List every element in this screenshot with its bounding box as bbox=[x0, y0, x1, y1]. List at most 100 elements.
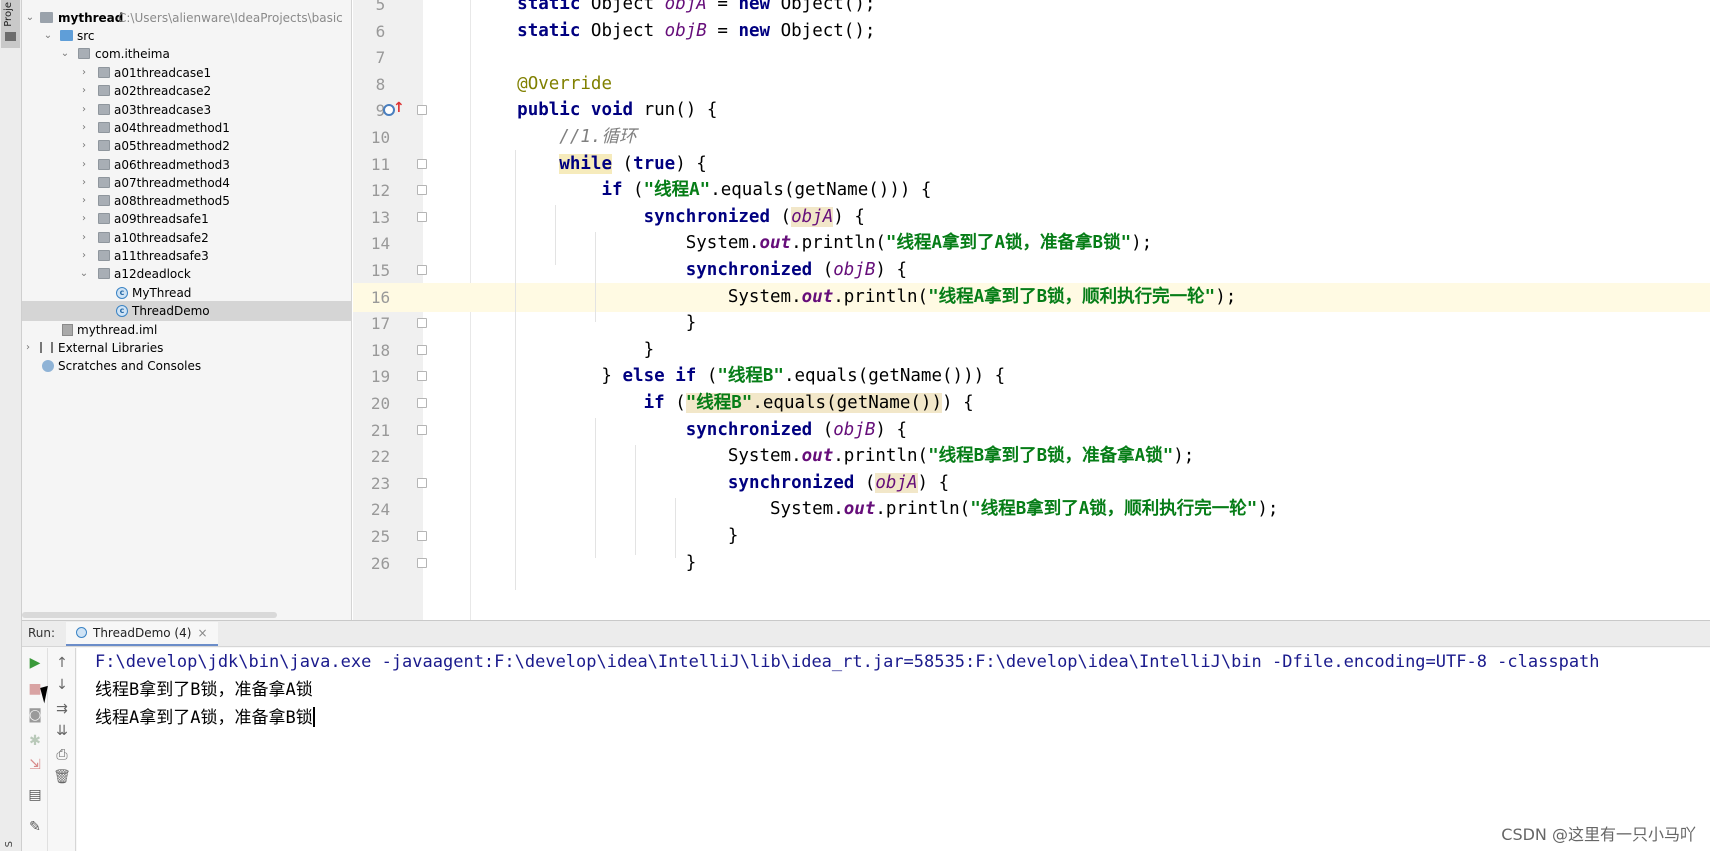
line-number: 23 bbox=[370, 473, 391, 493]
code-line[interactable]: 15 synchronized (objB) { bbox=[353, 256, 1710, 285]
tree-item-subpackage[interactable]: › a06threadmethod3 bbox=[22, 155, 351, 175]
tree-item-subpackage[interactable]: › a02threadcase2 bbox=[22, 81, 351, 101]
tree-item-src[interactable]: ⌄ src bbox=[22, 26, 351, 46]
tree-item-subpackage[interactable]: › a07threadmethod4 bbox=[22, 173, 351, 193]
code-line[interactable]: 26 } bbox=[353, 549, 1710, 578]
arrow-up-icon[interactable]: ↑ bbox=[53, 654, 71, 672]
chevron-down-icon[interactable]: ⌄ bbox=[24, 8, 36, 28]
chevron-right-icon[interactable]: › bbox=[78, 173, 90, 193]
tree-item-subpackage[interactable]: › a11threadsafe3 bbox=[22, 246, 351, 266]
tree-item-class-threaddemo[interactable]: c ThreadDemo bbox=[22, 301, 351, 321]
code-line[interactable]: 20 if ("线程B".equals(getName())) { bbox=[353, 389, 1710, 418]
chevron-right-icon[interactable]: › bbox=[78, 136, 90, 156]
indent-guide bbox=[595, 418, 596, 558]
chevron-right-icon[interactable]: › bbox=[78, 63, 90, 83]
chevron-down-icon[interactable]: ⌄ bbox=[42, 26, 54, 46]
code-line[interactable]: 21 synchronized (objB) { bbox=[353, 416, 1710, 445]
code-line[interactable]: 10 //1.循环 bbox=[353, 123, 1710, 152]
run-tab-threaddemo[interactable]: ThreadDemo (4) × bbox=[66, 622, 218, 646]
chevron-down-icon[interactable]: ⌄ bbox=[78, 264, 90, 284]
scroll-to-end-icon[interactable]: ⇊ bbox=[53, 722, 71, 740]
code-line[interactable]: 16 System.out.println("线程A拿到了B锁，顺利执行完一轮"… bbox=[353, 282, 1710, 312]
fold-toggle-icon[interactable] bbox=[417, 158, 427, 169]
tree-item-subpackage[interactable]: › a08threadmethod5 bbox=[22, 191, 351, 211]
tree-item-subpackage[interactable]: › a04threadmethod1 bbox=[22, 118, 351, 138]
fold-toggle-icon[interactable] bbox=[417, 344, 427, 355]
trash-icon[interactable]: 🗑 bbox=[53, 768, 71, 786]
tree-item-subpackage[interactable]: › a10threadsafe2 bbox=[22, 228, 351, 248]
fold-toggle-icon[interactable] bbox=[417, 318, 427, 329]
arrow-down-icon[interactable]: ↓ bbox=[53, 676, 71, 694]
code-text: synchronized (objA) { bbox=[727, 472, 950, 493]
code-line[interactable]: 22 System.out.println("线程B拿到了B锁，准备拿A锁"); bbox=[353, 442, 1710, 471]
soft-wrap-icon[interactable]: ⇉ bbox=[53, 700, 71, 718]
code-line[interactable]: 8 @Override bbox=[353, 70, 1710, 99]
tree-item-subpackage[interactable]: › a03threadcase3 bbox=[22, 100, 351, 120]
chevron-right-icon[interactable]: › bbox=[78, 246, 90, 266]
code-line[interactable]: 23 synchronized (objA) { bbox=[353, 469, 1710, 498]
code-line[interactable]: 6 static Object objB = new Object(); bbox=[353, 17, 1710, 46]
package-icon bbox=[98, 103, 110, 115]
package-icon bbox=[98, 176, 110, 188]
pin-icon[interactable]: ✎ bbox=[26, 818, 44, 836]
code-line[interactable]: 7 bbox=[353, 43, 1710, 72]
tree-horizontal-scrollbar[interactable] bbox=[22, 612, 277, 618]
chevron-right-icon[interactable]: › bbox=[78, 191, 90, 211]
fold-toggle-icon[interactable] bbox=[417, 557, 427, 568]
debug-icon[interactable]: ✱ bbox=[26, 732, 44, 750]
tree-item-iml[interactable]: mythread.iml bbox=[22, 320, 351, 340]
structure-tool-tab-label[interactable]: S bbox=[4, 841, 15, 847]
code-line[interactable]: 12 if ("线程A".equals(getName())) { bbox=[353, 176, 1710, 205]
fold-toggle-icon[interactable] bbox=[417, 265, 427, 275]
chevron-right-icon[interactable]: › bbox=[22, 338, 34, 358]
line-number: 22 bbox=[370, 447, 391, 467]
code-line[interactable]: 9 ↑ public void run() { bbox=[353, 96, 1710, 125]
chevron-right-icon[interactable]: › bbox=[78, 209, 90, 229]
chevron-right-icon[interactable]: › bbox=[78, 100, 90, 120]
chevron-right-icon[interactable]: › bbox=[78, 228, 90, 248]
layout-icon[interactable]: ▤ bbox=[26, 786, 44, 804]
code-line[interactable]: 19 } else if ("线程B".equals(getName())) { bbox=[353, 362, 1710, 391]
indent-guide bbox=[675, 498, 676, 558]
fold-toggle-icon[interactable] bbox=[417, 531, 427, 541]
code-text: synchronized (objA) { bbox=[643, 206, 865, 227]
chevron-down-icon[interactable]: ⌄ bbox=[59, 44, 71, 64]
tree-item-subpackage[interactable]: › a09threadsafe1 bbox=[22, 209, 351, 229]
tree-item-scratches-label: Scratches and Consoles bbox=[58, 359, 202, 373]
implements-arrow-icon[interactable]: ↑ bbox=[393, 100, 405, 116]
camera-icon[interactable]: ◙ bbox=[26, 706, 44, 724]
code-line[interactable]: 25 } bbox=[353, 522, 1710, 551]
close-icon[interactable]: × bbox=[197, 626, 207, 640]
console-output[interactable]: F:\develop\jdk\bin\java.exe -javaagent:F… bbox=[77, 648, 1710, 851]
fold-toggle-icon[interactable] bbox=[417, 105, 427, 116]
code-text: } else if ("线程B".equals(getName())) { bbox=[475, 366, 1006, 387]
tree-item-subpackage[interactable]: › a01threadcase1 bbox=[22, 63, 351, 83]
code-line[interactable]: 17 } bbox=[353, 309, 1710, 338]
chevron-right-icon[interactable]: › bbox=[78, 118, 90, 138]
fold-toggle-icon[interactable] bbox=[417, 398, 427, 408]
fold-toggle-icon[interactable] bbox=[417, 424, 427, 435]
tree-item-root[interactable]: ⌄ mythread C:\Users\alienware\IdeaProjec… bbox=[22, 8, 351, 28]
tree-item-iml-label: mythread.iml bbox=[77, 323, 158, 337]
play-icon[interactable]: ▶ bbox=[26, 654, 44, 672]
exit-icon[interactable]: ⇲ bbox=[26, 756, 44, 774]
code-line[interactable]: 11 while (true) { bbox=[353, 150, 1710, 179]
chevron-right-icon[interactable]: › bbox=[78, 81, 90, 101]
code-line[interactable]: 24 System.out.println("线程B拿到了A锁，顺利执行完一轮"… bbox=[353, 495, 1710, 524]
code-line[interactable]: 14 System.out.println("线程A拿到了A锁，准备拿B锁"); bbox=[353, 229, 1710, 258]
tree-item-package[interactable]: ⌄ com.itheima bbox=[22, 44, 351, 64]
tree-item-scratches[interactable]: Scratches and Consoles bbox=[22, 356, 351, 376]
tree-item-external-libraries[interactable]: › External Libraries bbox=[22, 338, 351, 358]
tree-item-subpackage[interactable]: › a05threadmethod2 bbox=[22, 136, 351, 156]
fold-toggle-icon[interactable] bbox=[417, 371, 427, 382]
tree-item-class-mythread[interactable]: c MyThread bbox=[22, 283, 351, 303]
fold-toggle-icon[interactable] bbox=[417, 477, 427, 488]
print-icon[interactable]: ⎙ bbox=[53, 746, 71, 764]
code-line[interactable]: 18 } bbox=[353, 336, 1710, 365]
code-line[interactable]: 13 synchronized (objA) { bbox=[353, 203, 1710, 232]
fold-toggle-icon[interactable] bbox=[417, 211, 427, 222]
code-editor[interactable]: 5 static Object objA = new Object(); 6 st… bbox=[353, 0, 1710, 620]
tree-item-subpackage[interactable]: ⌄ a12deadlock bbox=[22, 264, 351, 284]
chevron-right-icon[interactable]: › bbox=[78, 155, 90, 175]
fold-toggle-icon[interactable] bbox=[417, 185, 427, 196]
